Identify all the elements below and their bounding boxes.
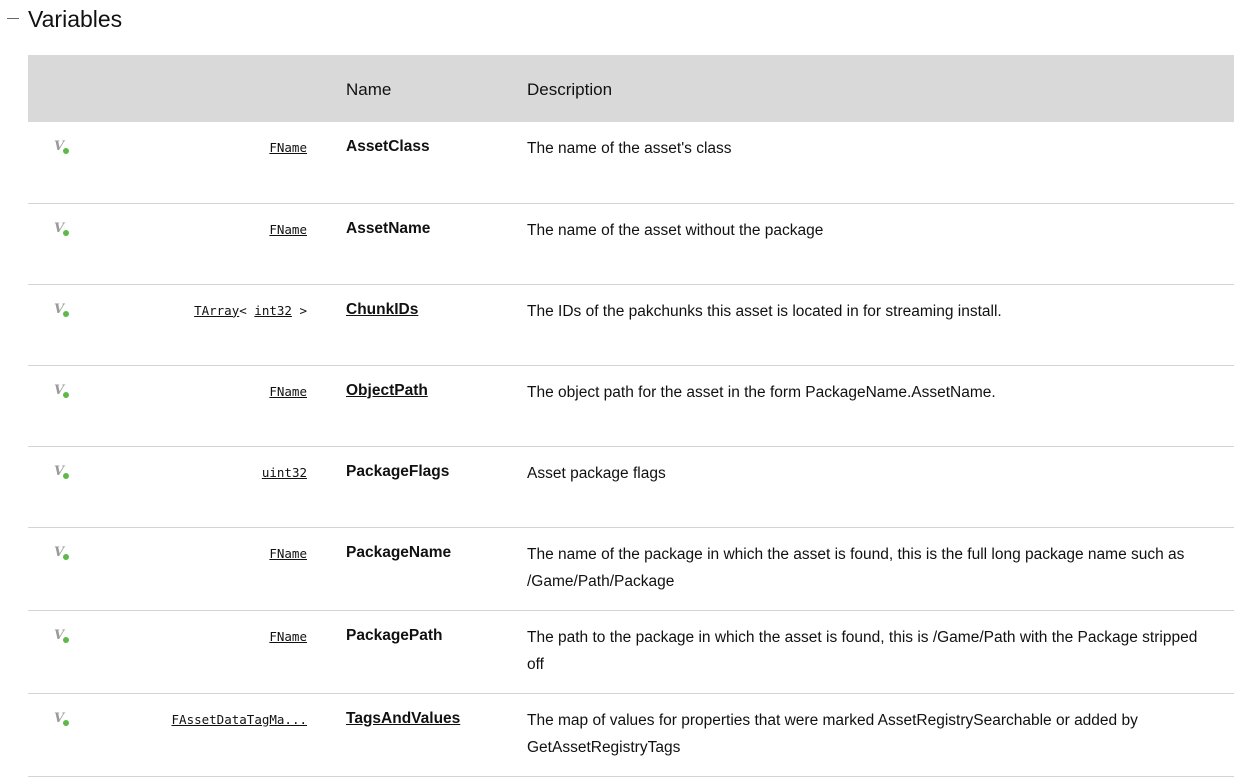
type-link[interactable]: FAssetDataTagMa... (172, 712, 307, 727)
variable-name-cell: PackageFlags (327, 446, 527, 527)
variable-name: PackageFlags (346, 462, 450, 480)
variable-name-link[interactable]: TagsAndValues (346, 710, 460, 727)
variable-name-cell: AssetClass (327, 122, 527, 203)
variable-description-cell: The name of the asset without the packag… (527, 203, 1234, 284)
public-status-dot (63, 310, 69, 317)
table-row: Vuint32 PackageFlags Asset package flags (28, 446, 1234, 527)
variable-description-cell: The IDs of the pakchunks this asset is l… (527, 284, 1234, 365)
variable-name-cell: PackagePath (327, 610, 527, 693)
variable-name: PackagePath (346, 626, 443, 644)
variable-name-cell: ObjectPath (327, 365, 527, 446)
public-status-dot (63, 391, 69, 398)
public-variable-icon: V (54, 464, 72, 480)
header-description: Description (527, 79, 613, 99)
variables-table: Name Description V FName AssetClass The nam… (28, 55, 1234, 777)
variable-name-cell: PackageName (327, 527, 527, 610)
public-variable-icon: V (54, 383, 72, 399)
variable-name-cell: AssetName (327, 203, 527, 284)
variable-name-cell: ChunkIDs (327, 284, 527, 365)
variable-type-cell: FName (78, 203, 327, 284)
variable-name-cell: TagsAndValues (327, 693, 527, 776)
variable-description: The IDs of the pakchunks this asset is l… (527, 302, 1002, 320)
variable-name-link[interactable]: ObjectPath (346, 382, 428, 399)
variable-description: The name of the asset's class (527, 140, 732, 157)
variable-description: The path to the package in which the ass… (527, 628, 1198, 673)
type-link[interactable]: FName (269, 629, 307, 644)
public-variable-icon: V (54, 221, 72, 237)
public-status-dot (63, 148, 69, 154)
table-row: V FName AssetClass The name of the asset's … (28, 122, 1234, 203)
table-row: V FName PackagePath The path to the package… (28, 610, 1234, 693)
variable-description: Asset package flags (527, 464, 666, 482)
variable-description: The name of the asset without the packag… (527, 221, 824, 239)
type-link[interactable]: TArray (194, 303, 239, 318)
variable-description: The object path for the asset in the for… (527, 383, 996, 401)
variable-description-cell: Asset package flags (527, 446, 1234, 527)
row-icon-cell: V (28, 284, 78, 365)
table-body: V FName AssetClass The name of the asset's … (28, 122, 1234, 776)
variables-table-container: Name Description V FName AssetClass The nam… (28, 55, 1234, 777)
variable-name: PackageName (346, 543, 452, 561)
variable-description-cell: The object path for the asset in the for… (527, 365, 1234, 446)
variable-type-cell: FAssetDataTagMa... (78, 693, 327, 776)
row-icon-cell: V (28, 122, 78, 203)
public-status-dot (63, 719, 69, 726)
public-status-dot (63, 636, 69, 643)
variable-type-cell: uint32 (78, 446, 327, 527)
variable-description: The map of values for properties that we… (527, 711, 1138, 756)
table-row: V FName ObjectPath The object path for the … (28, 365, 1234, 446)
public-variable-icon: V (54, 628, 72, 644)
row-icon-cell: V (28, 527, 78, 610)
header-type-cell (78, 55, 327, 122)
type-punctuation: < (239, 302, 255, 318)
type-link[interactable]: FName (269, 222, 307, 237)
type-punctuation: > (291, 302, 307, 318)
variable-type-cell: FName (78, 527, 327, 610)
header-name: Name (346, 79, 392, 99)
table-header-row: Name Description (28, 55, 1234, 122)
public-variable-icon: V (54, 711, 72, 727)
type-link[interactable]: FName (269, 384, 307, 399)
public-variable-icon: V (54, 545, 72, 561)
variable-description-cell: The map of values for properties that we… (527, 693, 1234, 776)
table-row: V FAssetDataTagMa... TagsAndValues The map … (28, 693, 1234, 776)
public-status-dot (63, 553, 69, 560)
public-status-dot (63, 472, 69, 479)
table-row: V FName AssetName The name of the asset wit… (28, 203, 1234, 284)
row-icon-cell: V (28, 365, 78, 446)
section-title: Variables (28, 6, 123, 32)
variable-name: AssetClass (346, 138, 430, 155)
type-link[interactable]: FName (269, 140, 307, 155)
type-link[interactable]: int32 (254, 303, 292, 318)
row-icon-cell: V (28, 693, 78, 776)
row-icon-cell: V (28, 610, 78, 693)
public-status-dot (63, 229, 69, 236)
table-row: V FName PackageName The name of the package… (28, 527, 1234, 610)
variable-name-link[interactable]: ChunkIDs (346, 301, 418, 318)
variable-type-cell: FName (78, 610, 327, 693)
type-link[interactable]: FName (269, 546, 307, 561)
variable-description-cell: The name of the asset's class (527, 122, 1234, 203)
table-row: V TArray< int32 > ChunkIDs The IDs of the p… (28, 284, 1234, 365)
variable-description-cell: The name of the package in which the ass… (527, 527, 1234, 610)
public-variable-icon: V (54, 302, 72, 318)
row-icon-cell: V (28, 203, 78, 284)
variable-type-cell: TArray< int32 > (78, 284, 327, 365)
variable-name: AssetName (346, 219, 431, 237)
public-variable-icon: V (54, 139, 72, 155)
variable-type-cell: FName (78, 122, 327, 203)
variable-type-cell: FName (78, 365, 327, 446)
variable-description: The name of the package in which the ass… (527, 545, 1185, 590)
variable-description-cell: The path to the package in which the ass… (527, 610, 1234, 693)
header-icon-cell (28, 55, 78, 122)
type-link[interactable]: uint32 (262, 465, 307, 480)
collapse-minus-icon[interactable] (7, 18, 19, 19)
row-icon-cell: V (28, 446, 78, 527)
